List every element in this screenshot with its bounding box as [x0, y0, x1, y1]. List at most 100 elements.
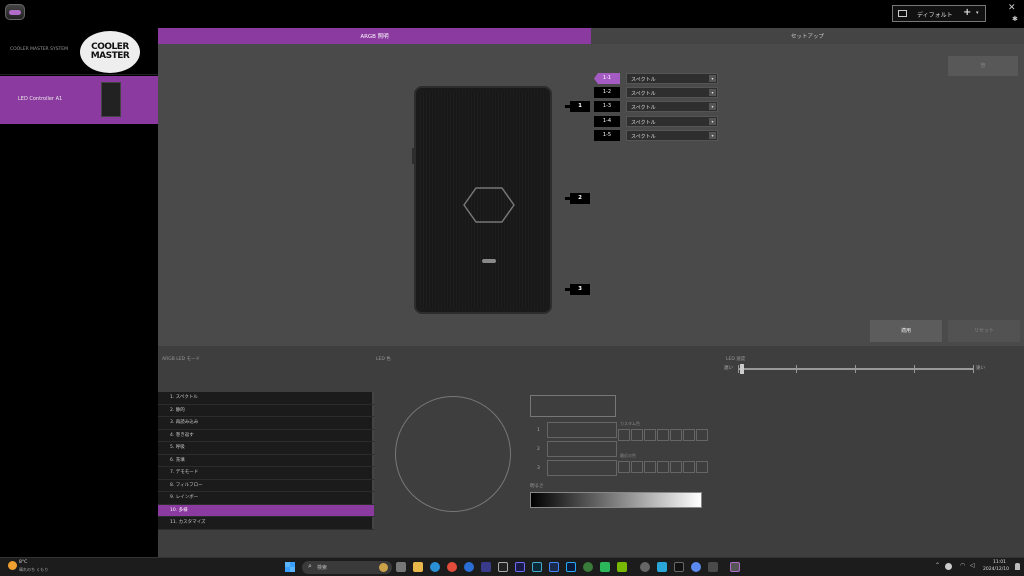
clock-time[interactable]: 11:01 [993, 560, 1006, 565]
mode-item-selected[interactable]: 10. 多様 [158, 504, 374, 517]
manage-button[interactable]: 管 [948, 56, 1018, 76]
brightness-slider[interactable] [530, 492, 702, 508]
add-profile-button[interactable]: + [963, 7, 971, 18]
mode-item[interactable]: 2. 静的 [158, 405, 374, 417]
chevron-down-icon[interactable]: ▾ [976, 10, 979, 16]
rgb-label-1: 1 [537, 428, 540, 433]
mode-item[interactable]: 1. スペクトル [158, 392, 374, 405]
file-explorer-icon[interactable] [413, 562, 423, 572]
settings-gear-icon[interactable] [640, 562, 650, 572]
photoshop-icon[interactable] [566, 562, 576, 572]
color-preset-cell[interactable] [683, 429, 695, 441]
masterplus-taskbar-icon[interactable] [730, 562, 740, 572]
recent-color-label: 最近の色 [620, 453, 636, 458]
rgb-input-2[interactable] [547, 441, 617, 457]
bridge-icon[interactable] [498, 562, 508, 572]
weather-sun-icon[interactable] [8, 561, 17, 570]
profile-name: ディフォルト [917, 12, 953, 19]
app-icon[interactable] [583, 562, 593, 572]
mode-item[interactable]: 8. フィルフロー [158, 480, 374, 492]
after-effects-icon[interactable] [515, 562, 525, 572]
channel-effect-select[interactable]: スペクトル ▾ [626, 87, 718, 98]
channel-tag[interactable]: 1-3 [594, 101, 620, 112]
lightroom-icon[interactable] [549, 562, 559, 572]
apply-button[interactable]: 適用 [870, 320, 942, 342]
color-preset-cell[interactable] [631, 429, 643, 441]
logo-line-2: MASTER [90, 51, 130, 61]
pin-icon[interactable]: ✱ [1012, 15, 1018, 23]
reset-button[interactable]: リセット [948, 320, 1020, 342]
windows-start-icon[interactable] [285, 562, 295, 572]
clock-date[interactable]: 2024/12/10 [983, 567, 1009, 572]
speed-slider[interactable] [738, 364, 974, 374]
channel-effect-select[interactable]: スペクトル ▾ [626, 116, 718, 127]
app-logo-icon[interactable] [5, 4, 25, 20]
volume-icon[interactable]: ◁ [970, 562, 975, 569]
channel-tag[interactable]: 1-2 [594, 87, 620, 98]
wifi-icon[interactable]: ◠ [960, 562, 965, 569]
rgb-input-1[interactable] [547, 422, 617, 438]
select-value: スペクトル [631, 134, 656, 140]
edge-icon[interactable] [430, 562, 440, 572]
channel-tag[interactable]: 1-1 [594, 73, 620, 84]
custom-color-label: カスタム色 [620, 421, 640, 426]
color-section-label: LED 色 [376, 357, 391, 362]
rgb-input-3[interactable] [547, 460, 617, 476]
cooler-master-logo-icon [463, 187, 515, 223]
color-recent-cell[interactable] [670, 461, 682, 473]
tray-app-icon[interactable] [945, 563, 952, 570]
color-recent-cell[interactable] [683, 461, 695, 473]
taskbar-search[interactable]: ⌕ 検索 [302, 561, 392, 574]
notification-bell-icon[interactable] [1015, 563, 1020, 570]
profile-selector[interactable]: ディフォルト + ▾ [892, 5, 986, 22]
search-placeholder: 検索 [317, 565, 328, 571]
sidebar-item-led-controller[interactable]: LED Controller A1 [0, 76, 158, 124]
close-icon[interactable]: ✕ [1008, 3, 1016, 13]
mode-item[interactable]: 7. デモモード [158, 467, 374, 480]
channel-tag[interactable]: 1-5 [594, 130, 620, 141]
app-icon[interactable] [481, 562, 491, 572]
color-wheel[interactable] [395, 396, 511, 512]
lightroom-classic-icon[interactable] [532, 562, 542, 572]
mode-item[interactable]: 4. 巻き返す [158, 430, 374, 442]
mode-item[interactable]: 6. 充填 [158, 455, 374, 467]
color-recent-cell[interactable] [696, 461, 708, 473]
color-recent-cell[interactable] [618, 461, 630, 473]
chrome-icon[interactable] [447, 562, 457, 572]
color-recent-cell[interactable] [657, 461, 669, 473]
weather-temperature: 8°C [19, 560, 28, 565]
mode-item[interactable]: 3. 再読み込み [158, 417, 374, 430]
copilot-icon[interactable] [691, 562, 701, 572]
color-recent-cell[interactable] [631, 461, 643, 473]
tiktok-icon[interactable] [674, 562, 684, 572]
mode-item[interactable]: 9. レインボー [158, 492, 374, 505]
channel-effect-select[interactable]: スペクトル ▾ [626, 73, 718, 84]
channel-row-1-3: 1-3 スペクトル ▾ [594, 101, 726, 112]
color-preset-cell[interactable] [657, 429, 669, 441]
app-icon[interactable] [600, 562, 610, 572]
image-icon [898, 10, 907, 17]
color-recent-cell[interactable] [644, 461, 656, 473]
search-icon: ⌕ [308, 562, 312, 570]
tab-setup[interactable]: セットアップ [591, 28, 1024, 44]
title-bar: ディフォルト + ▾ ✕ ✱ [0, 0, 1024, 27]
color-preset-cell[interactable] [618, 429, 630, 441]
mode-item[interactable]: 5. 呼吸 [158, 442, 374, 455]
tab-argb-lighting[interactable]: ARGB 照明 [158, 28, 591, 44]
color-preset-cell[interactable] [696, 429, 708, 441]
nvidia-icon[interactable] [617, 562, 627, 572]
app-icon[interactable] [657, 562, 667, 572]
mode-item[interactable]: 11. カスタマイズ [158, 517, 374, 530]
task-view-icon[interactable] [396, 562, 406, 572]
channel-effect-select[interactable]: スペクトル ▾ [626, 101, 718, 112]
speed-slider-thumb[interactable] [740, 364, 744, 374]
tray-overflow-icon[interactable]: ⌃ [935, 562, 940, 569]
color-preset-cell[interactable] [670, 429, 682, 441]
port-1-tag: 1 [565, 101, 590, 112]
channel-effect-select[interactable]: スペクトル ▾ [626, 130, 718, 141]
device-illustration [412, 86, 552, 314]
firefox-icon[interactable] [464, 562, 474, 572]
app-icon[interactable] [708, 562, 718, 572]
color-preset-cell[interactable] [644, 429, 656, 441]
channel-tag[interactable]: 1-4 [594, 116, 620, 127]
